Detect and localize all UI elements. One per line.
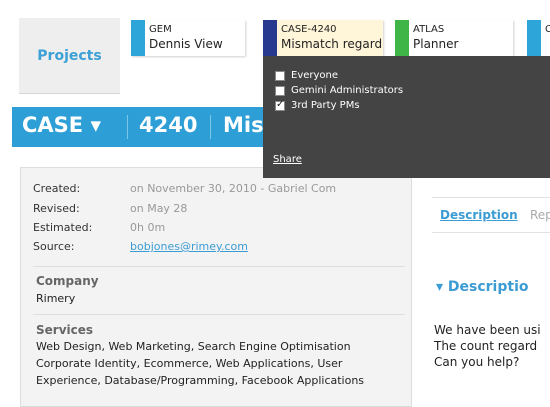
revised-label: Revised: (33, 202, 80, 215)
revised-value: on May 28 (130, 202, 188, 215)
option-3rd-party-pms[interactable]: 3rd Party PMs (275, 99, 360, 111)
project-tab-gem[interactable]: GEM Dennis View (131, 20, 245, 56)
section-divider (33, 314, 405, 315)
project-color-bar (263, 20, 277, 56)
description-text: We have been usi The count regard Can yo… (434, 322, 550, 370)
visibility-popup: Everyone Gemini Administrators 3rd Party… (263, 56, 550, 178)
option-everyone[interactable]: Everyone (275, 70, 338, 81)
project-tab-name: Planner (413, 37, 459, 51)
company-value: Rimery (36, 292, 76, 305)
tab-rep[interactable]: Rep (530, 208, 550, 222)
project-tab-code: GEM (149, 24, 172, 35)
project-tab-code: CASE-4240 (281, 24, 337, 35)
section-divider (33, 266, 405, 267)
case-number: 4240 (139, 113, 198, 137)
project-color-bar (395, 20, 409, 56)
projects-button[interactable]: Projects (19, 18, 120, 94)
project-tab-code: C (545, 24, 550, 35)
project-color-bar (527, 20, 541, 56)
description-line: We have been usi (434, 323, 541, 337)
case-details-panel: Created: on November 30, 2010 - Gabriel … (20, 167, 412, 407)
case-project-dropdown[interactable]: CASE ▾ (22, 113, 101, 137)
project-tab-name: Dennis View (149, 37, 223, 51)
option-label: Gemini Administrators (291, 85, 404, 96)
project-tab-case[interactable]: CASE-4240 Mismatch regard (263, 20, 383, 56)
project-color-bar (131, 20, 145, 56)
description-header[interactable]: ▾ Descriptio (436, 279, 528, 295)
projects-label: Projects (37, 47, 102, 64)
checkbox-icon[interactable] (275, 70, 285, 81)
option-gemini-administrators[interactable]: Gemini Administrators (275, 85, 403, 96)
created-label: Created: (33, 182, 81, 195)
checkbox-checked-icon[interactable] (275, 99, 285, 111)
case-title: Mis (223, 113, 264, 137)
case-bar-divider (210, 115, 211, 139)
case-bar-divider (127, 115, 128, 139)
description-line: The count regard (434, 339, 538, 353)
services-value: Web Design, Web Marketing, Search Engine… (36, 340, 365, 387)
source-email-link[interactable]: bobjones@rimey.com (130, 240, 248, 253)
project-tab-name: Mismatch regard (281, 37, 383, 51)
option-label: 3rd Party PMs (291, 100, 360, 111)
company-title: Company (36, 274, 99, 288)
description-line: Can you help? (434, 355, 520, 369)
estimated-value: 0h 0m (130, 221, 166, 234)
share-link[interactable]: Share (273, 154, 302, 165)
option-label: Everyone (291, 70, 339, 81)
description-tabs: Description Rep (432, 197, 550, 233)
tab-description[interactable]: Description (440, 208, 518, 222)
services-title: Services (36, 323, 94, 337)
estimated-label: Estimated: (33, 221, 93, 234)
project-tab-code: ATLAS (413, 24, 445, 35)
checkbox-icon[interactable] (275, 85, 285, 96)
project-tab-partial[interactable]: C (527, 20, 550, 56)
source-label: Source: (33, 240, 75, 253)
created-value: on November 30, 2010 - Gabriel Com (130, 182, 337, 195)
project-tab-atlas[interactable]: ATLAS Planner (395, 20, 513, 56)
